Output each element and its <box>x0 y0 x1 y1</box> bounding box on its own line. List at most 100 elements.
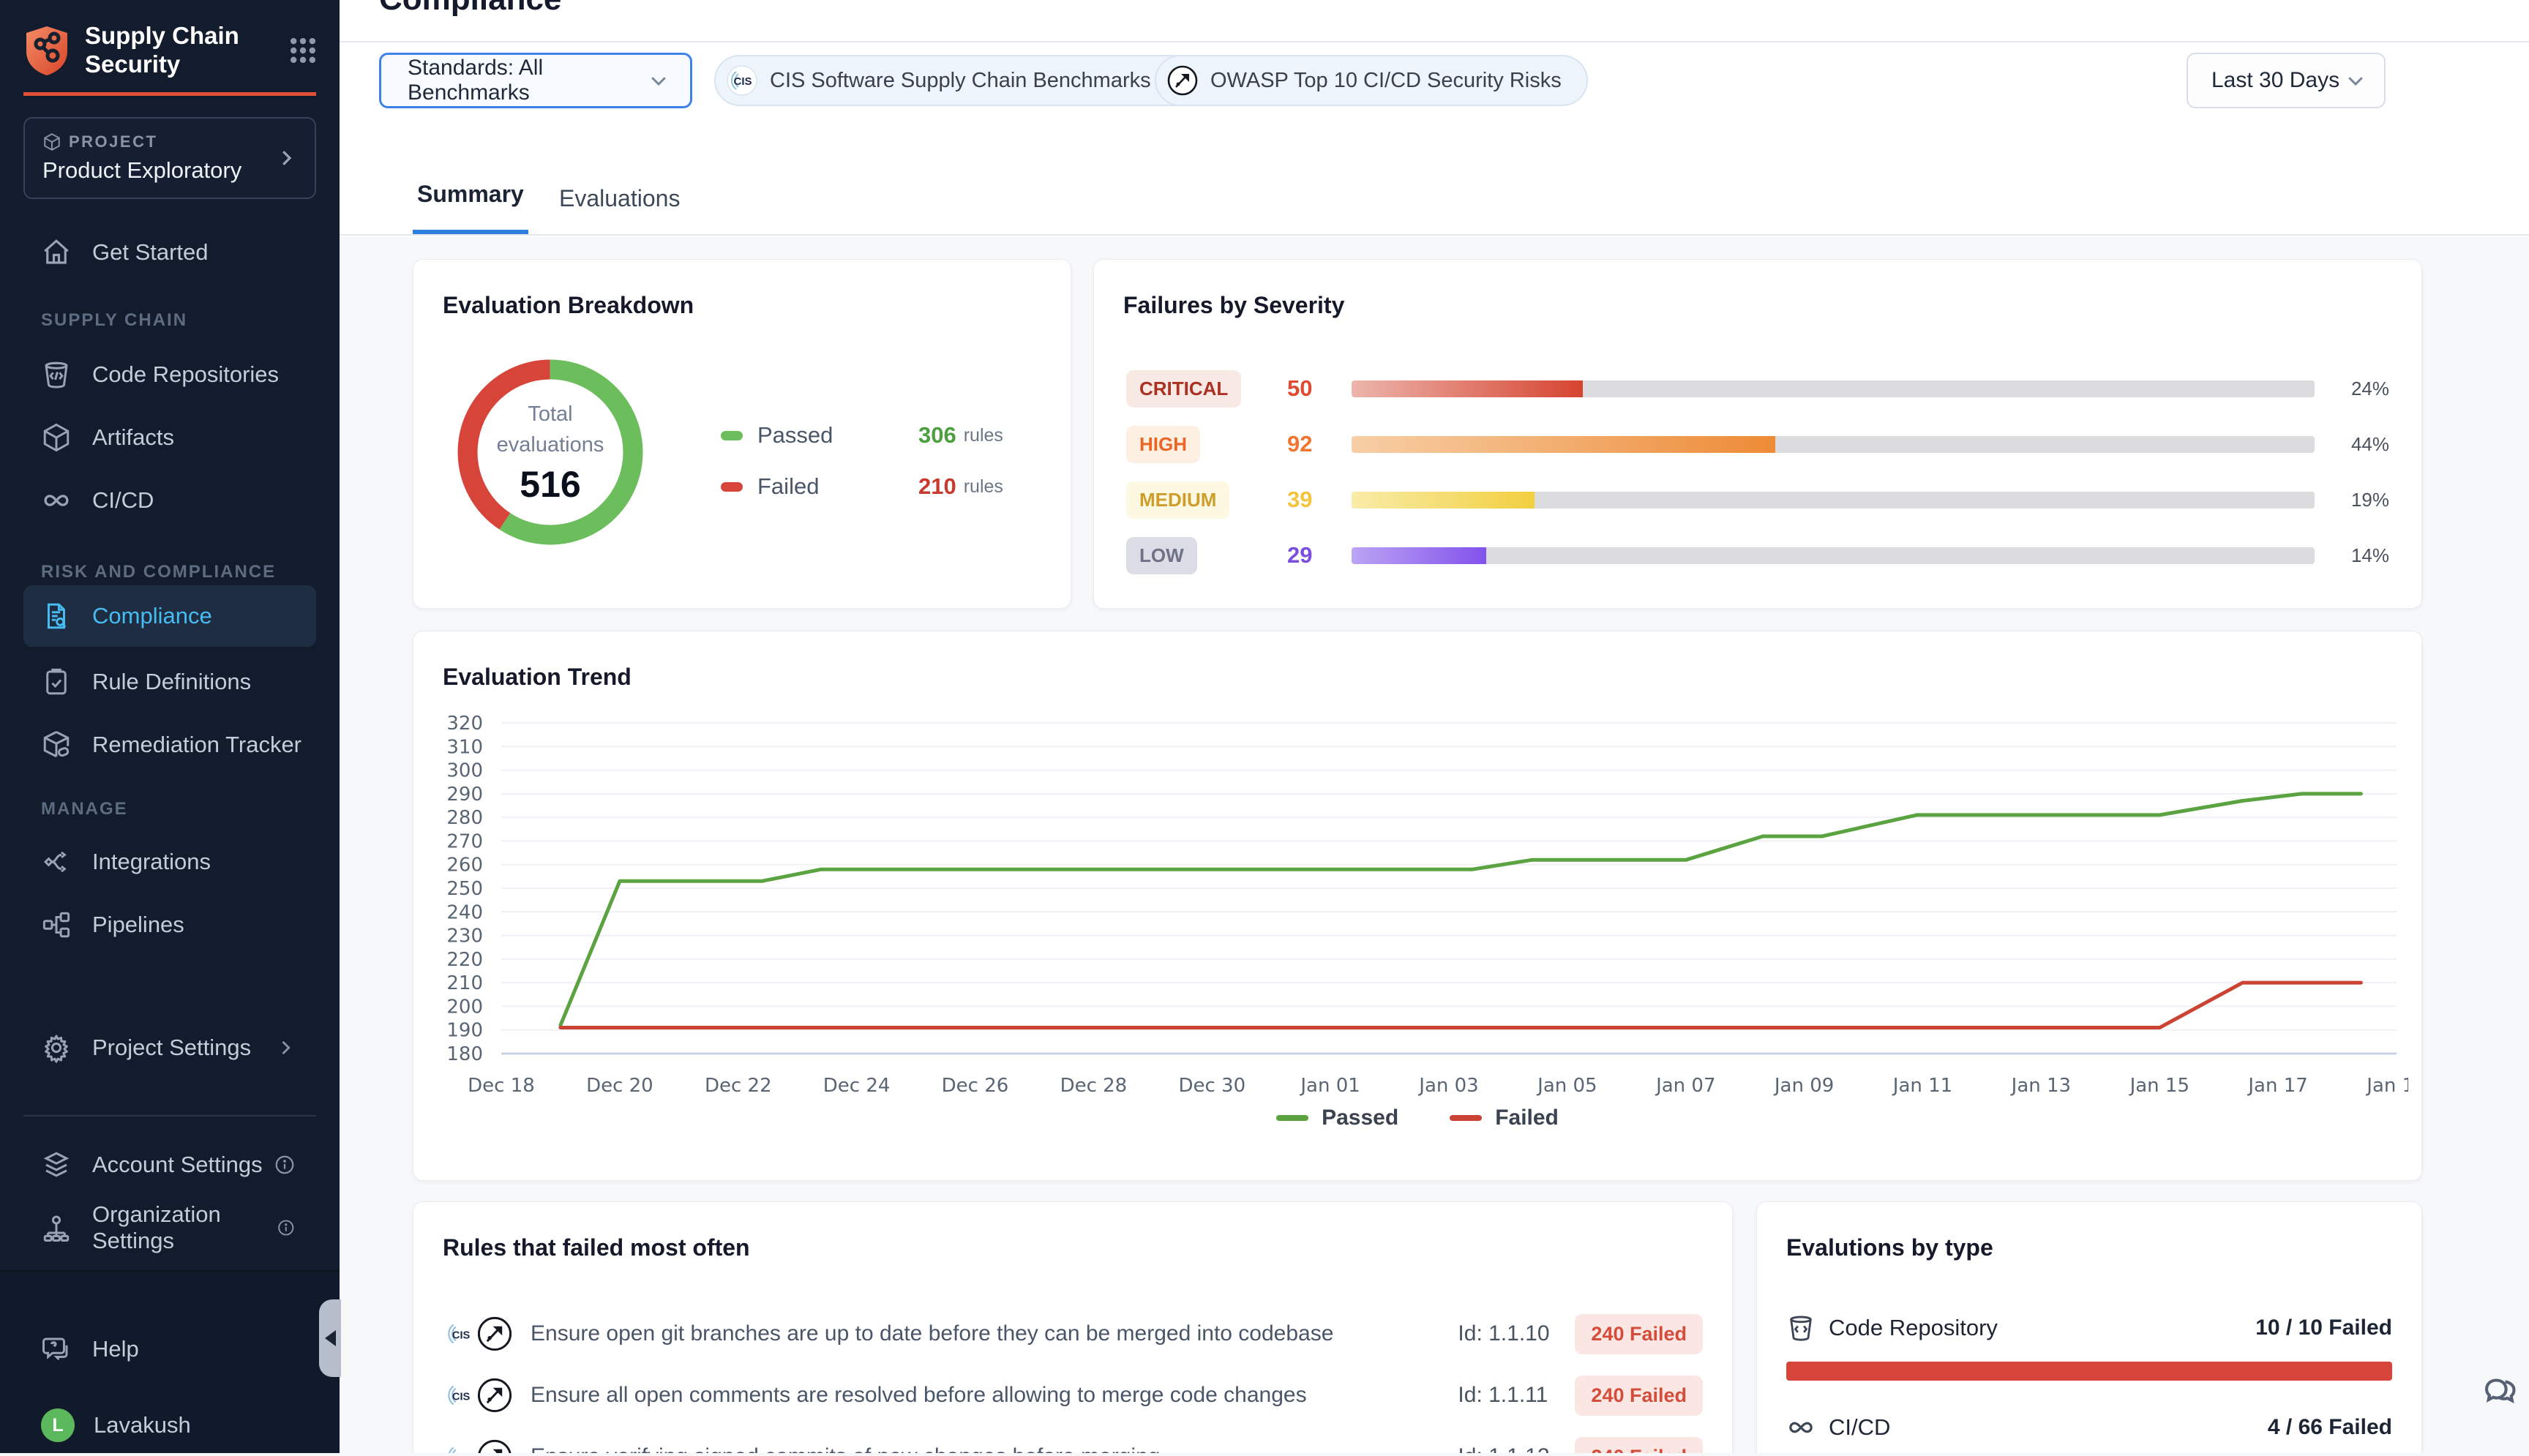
standards-filter-select[interactable]: Standards: All Benchmarks <box>379 53 692 108</box>
page-title: Compliance <box>379 0 561 18</box>
svg-text:Jan 05: Jan 05 <box>1536 1075 1597 1097</box>
svg-text:Jan 01: Jan 01 <box>1299 1075 1360 1097</box>
benchmark-chip-cis[interactable]: CIS CIS Software Supply Chain Benchmarks… <box>714 55 1213 106</box>
sidebar-item-pipelines[interactable]: Pipelines <box>23 894 316 956</box>
benchmark-chip-owasp[interactable]: OWASP Top 10 CI/CD Security Risks <box>1155 55 1588 106</box>
svg-text:230: 230 <box>446 926 483 947</box>
svg-text:290: 290 <box>446 784 483 806</box>
rule-row[interactable]: CIS Ensure open git branches are up to d… <box>443 1303 1703 1365</box>
sidebar-item-artifacts[interactable]: Artifacts <box>23 407 316 468</box>
gear-icon <box>41 1032 72 1063</box>
tab-evaluations[interactable]: Evaluations <box>555 185 684 234</box>
svg-text:320: 320 <box>446 713 483 735</box>
sidebar-item-rule-definitions[interactable]: Rule Definitions <box>23 651 316 713</box>
passed-line-swatch <box>1276 1115 1308 1121</box>
sidebar-item-remediation-tracker[interactable]: Remediation Tracker <box>23 714 316 776</box>
sidebar-user[interactable]: L Lavakush <box>23 1395 316 1456</box>
sidebar-item-label: Compliance <box>92 603 212 629</box>
rules-failed-card: Rules that failed most often CIS <box>413 1201 1733 1453</box>
failed-count: 210 <box>918 473 956 500</box>
sidebar-item-label: Help <box>92 1336 139 1362</box>
legend-item-failed[interactable]: Failed <box>1450 1106 1559 1130</box>
sidebar-item-compliance[interactable]: Compliance <box>23 585 316 647</box>
donut-total-value: 516 <box>520 463 580 506</box>
donut-center-label: Total evaluations <box>488 399 612 460</box>
benchmark-chip-label: CIS Software Supply Chain Benchmarks 1.0 <box>770 69 1186 93</box>
severity-badge: CRITICAL <box>1126 370 1241 408</box>
severity-badge: LOW <box>1126 537 1197 574</box>
cis-benchmark-icon: CIS <box>443 1378 476 1412</box>
sidebar-divider <box>23 1115 316 1117</box>
date-range-select[interactable]: Last 30 Days <box>2187 53 2386 108</box>
sidebar-item-account-settings[interactable]: Account Settings <box>23 1134 316 1196</box>
evaluation-trend-card: Evaluation Trend 18019020021022023024025… <box>413 631 2422 1181</box>
owasp-icon <box>476 1438 513 1453</box>
severity-badge: HIGH <box>1126 426 1200 463</box>
project-name: Product Exploratory <box>42 157 275 184</box>
svg-text:Jan 19: Jan 19 <box>2365 1075 2408 1097</box>
sidebar-item-label: Pipelines <box>92 912 184 938</box>
svg-text:Dec 30: Dec 30 <box>1178 1075 1245 1097</box>
evaluations-donut-chart: Total evaluations 516 <box>444 346 656 558</box>
project-selector[interactable]: PROJECT Product Exploratory <box>23 117 316 199</box>
card-title: Evaluation Trend <box>443 664 632 691</box>
rule-id: Id: 1.1.12 <box>1458 1444 1575 1453</box>
date-range-value: Last 30 Days <box>2211 68 2345 93</box>
sidebar-collapse-handle[interactable] <box>319 1299 341 1377</box>
sidebar-item-get-started[interactable]: Get Started <box>23 222 316 283</box>
svg-text:Dec 28: Dec 28 <box>1060 1075 1128 1097</box>
page-header: Compliance <box>340 0 2529 42</box>
severity-count: 50 <box>1287 375 1352 402</box>
cis-benchmark-icon: CIS <box>443 1317 476 1351</box>
rule-row[interactable]: CIS Ensure verifying signed commits of n… <box>443 1426 1703 1453</box>
sidebar-item-help[interactable]: Help <box>23 1318 316 1380</box>
sidebar-item-label: Project Settings <box>92 1035 251 1061</box>
severity-row-high: HIGH 92 44% <box>1126 425 2389 463</box>
integrations-icon <box>41 847 72 877</box>
sidebar-item-label: Account Settings <box>92 1152 263 1178</box>
sidebar-item-integrations[interactable]: Integrations <box>23 831 316 893</box>
sidebar-item-label: Remediation Tracker <box>92 732 301 758</box>
passed-unit: rules <box>964 425 1003 446</box>
svg-text:Jan 15: Jan 15 <box>2129 1075 2189 1097</box>
info-icon <box>274 1154 296 1176</box>
sidebar-section-heading: SUPPLY CHAIN <box>41 310 187 331</box>
rule-description: Ensure verifying signed commits of new c… <box>531 1444 1458 1453</box>
severity-badge: MEDIUM <box>1126 481 1229 519</box>
type-label: Code Repository <box>1829 1315 2255 1341</box>
severity-count: 29 <box>1287 542 1352 568</box>
type-row-cicd: CI/CD 4 / 66 Failed <box>1786 1413 2392 1453</box>
failed-label: Failed <box>757 473 918 500</box>
type-row-code-repository: Code Repository 10 / 10 Failed <box>1786 1313 2392 1381</box>
sidebar-item-organization-settings[interactable]: Organization Settings <box>23 1197 316 1258</box>
chevron-right-icon <box>275 147 297 169</box>
legend-item-passed[interactable]: Passed <box>1276 1106 1398 1130</box>
severity-bar <box>1352 380 2315 397</box>
standards-filter-value: Standards: All Benchmarks <box>408 56 648 105</box>
svg-text:220: 220 <box>446 949 483 971</box>
svg-text:CIS: CIS <box>452 1329 471 1341</box>
app-grid-icon[interactable] <box>287 34 319 67</box>
card-title: Failures by Severity <box>1123 292 1344 319</box>
sidebar-item-label: Code Repositories <box>92 361 279 388</box>
card-title: Evalutions by type <box>1786 1234 1993 1261</box>
failed-swatch <box>721 482 743 492</box>
rule-id: Id: 1.1.11 <box>1458 1383 1575 1408</box>
home-icon <box>41 237 72 268</box>
severity-percent: 24% <box>2341 378 2389 400</box>
card-title: Evaluation Breakdown <box>443 292 694 319</box>
svg-text:Dec 24: Dec 24 <box>823 1075 891 1097</box>
rule-description: Ensure open git branches are up to date … <box>531 1321 1458 1346</box>
sidebar-item-label: Organization Settings <box>92 1201 277 1254</box>
legend-passed-label: Passed <box>1322 1106 1398 1130</box>
sidebar-item-code-repositories[interactable]: Code Repositories <box>23 344 316 405</box>
tab-summary[interactable]: Summary <box>413 181 528 234</box>
rule-row[interactable]: CIS Ensure all open comments are resolve… <box>443 1365 1703 1426</box>
sidebar-item-cicd[interactable]: CI/CD <box>23 470 316 531</box>
sidebar-item-label: Rule Definitions <box>92 669 251 695</box>
layers-icon <box>41 1149 72 1180</box>
svg-text:Jan 03: Jan 03 <box>1417 1075 1478 1097</box>
chat-float-icon[interactable] <box>2482 1370 2525 1412</box>
sidebar-item-project-settings[interactable]: Project Settings <box>23 1017 316 1078</box>
trend-legend: Passed Failed <box>413 1106 2421 1130</box>
